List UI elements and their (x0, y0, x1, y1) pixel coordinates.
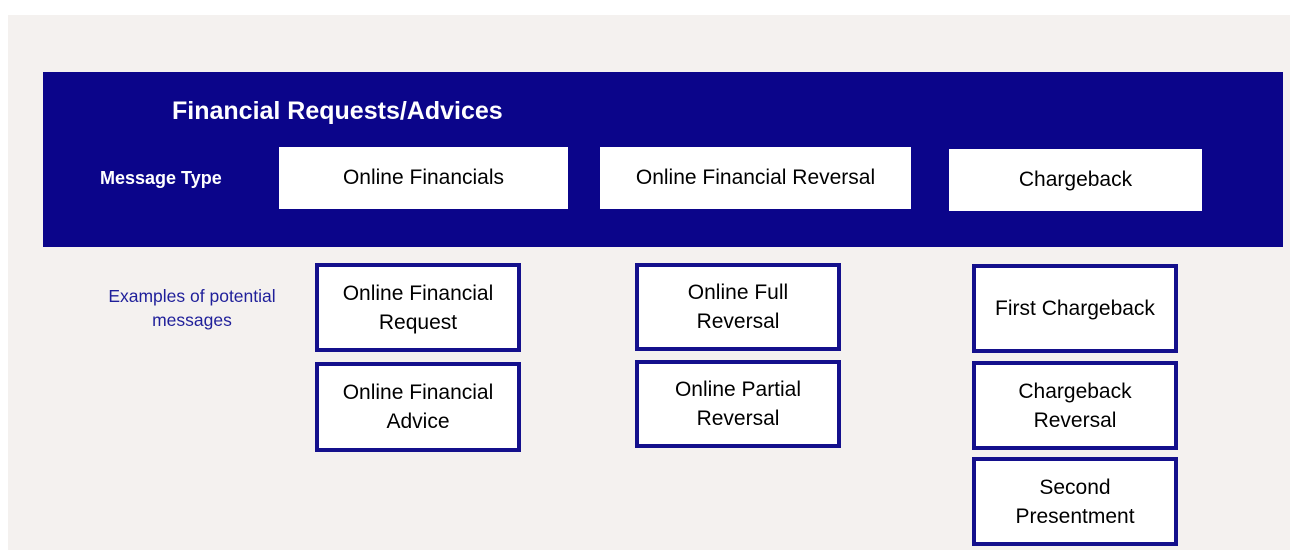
diagram-title: Financial Requests/Advices (172, 97, 503, 125)
message-type-online-financial-reversal: Online Financial Reversal (600, 147, 911, 209)
example-second-presentment: Second Presentment (972, 457, 1178, 546)
message-type-chargeback: Chargeback (949, 149, 1202, 211)
example-first-chargeback: First Chargeback (972, 264, 1178, 353)
example-online-financial-advice: Online Financial Advice (315, 362, 521, 452)
message-type-label: Message Type (100, 168, 222, 188)
message-type-online-financials: Online Financials (279, 147, 568, 209)
example-online-partial-reversal: Online Partial Reversal (635, 360, 841, 448)
examples-label: Examples of potential messages (108, 286, 276, 330)
example-online-financial-request: Online Financial Request (315, 263, 521, 352)
example-online-full-reversal: Online Full Reversal (635, 263, 841, 351)
example-chargeback-reversal: Chargeback Reversal (972, 361, 1178, 450)
